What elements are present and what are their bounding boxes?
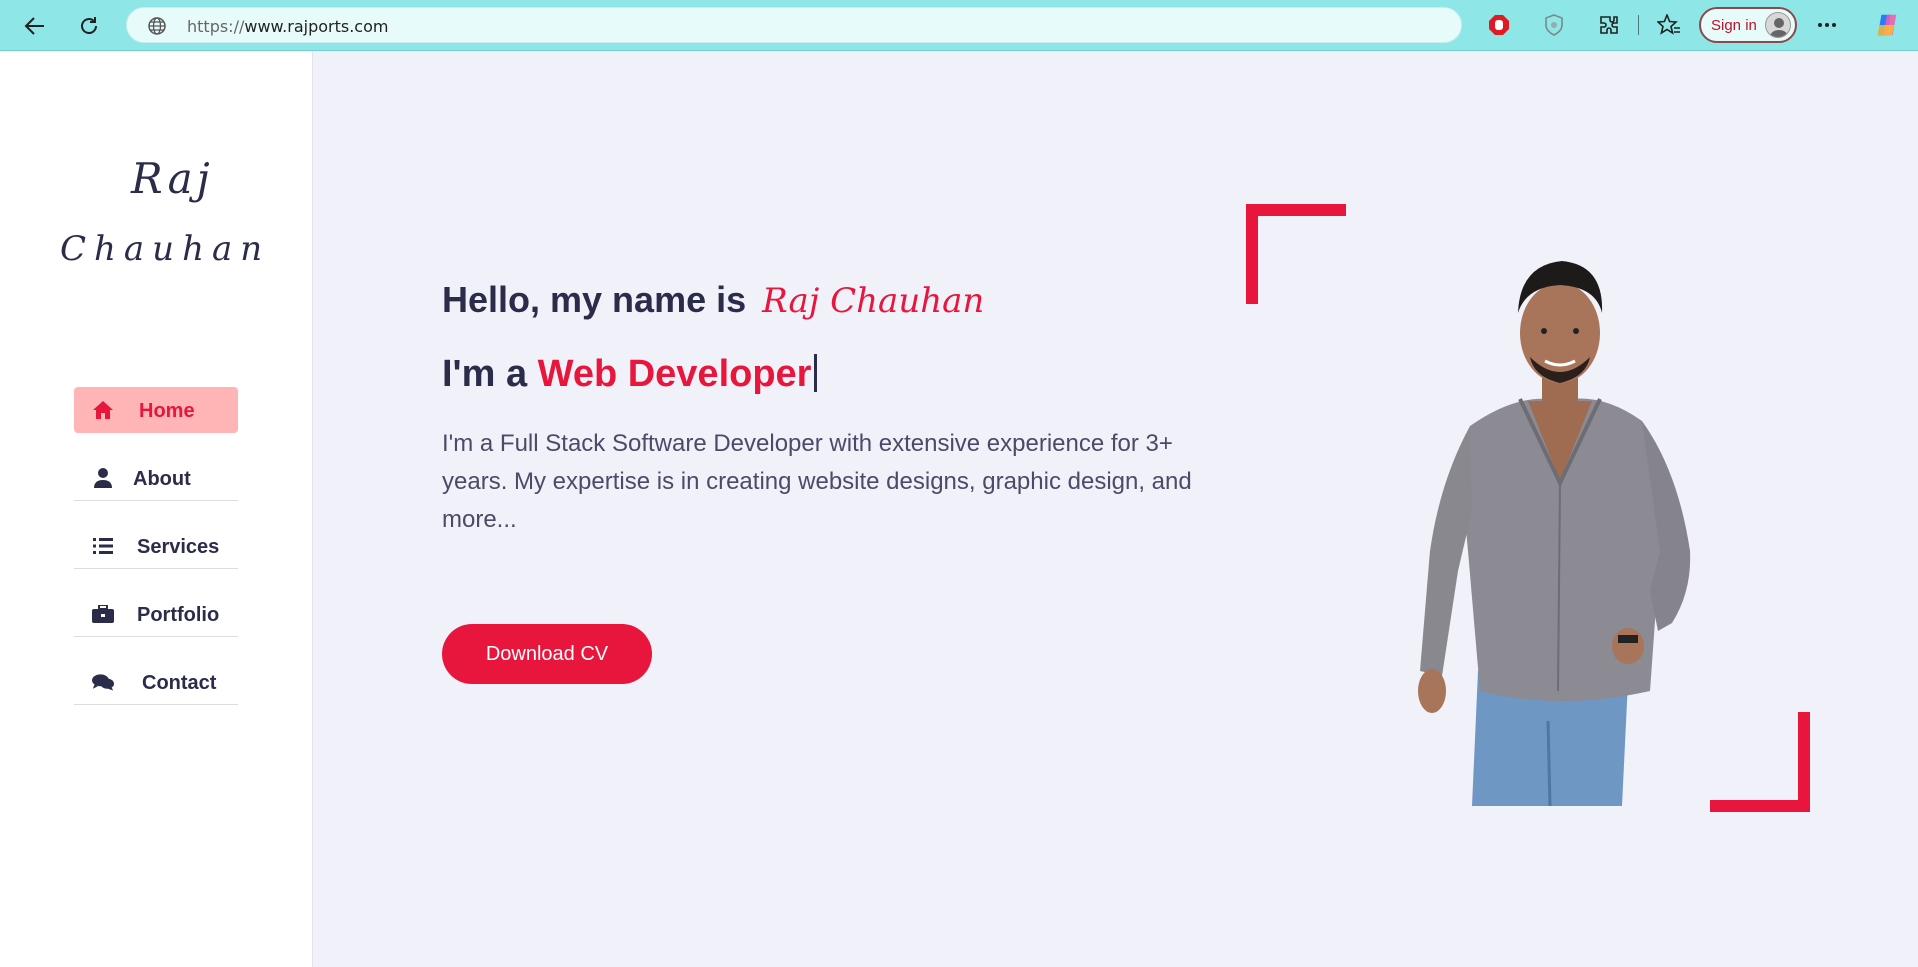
extensions-icon[interactable]: [1596, 12, 1622, 38]
shield-icon[interactable]: [1541, 12, 1567, 38]
sidebar-nav: Home About Services Portfolio Contact: [74, 387, 238, 727]
sidebar-item-contact[interactable]: Contact: [74, 659, 238, 705]
favorites-icon[interactable]: [1656, 12, 1682, 38]
logo-first-name[interactable]: Raj: [131, 154, 214, 203]
user-icon: [92, 468, 114, 488]
profile-photo: [1418, 261, 1691, 806]
address-bar[interactable]: https://www.rajports.com: [126, 7, 1462, 43]
back-arrow-icon[interactable]: [20, 11, 50, 41]
greeting-text: Hello, my name is: [442, 279, 747, 320]
comments-icon: [92, 672, 114, 692]
more-icon[interactable]: [1814, 12, 1840, 38]
briefcase-icon: [92, 604, 114, 624]
refresh-icon[interactable]: [74, 11, 104, 41]
role-prefix: I'm a: [442, 353, 528, 395]
avatar-icon: [1765, 12, 1791, 38]
typing-cursor: [814, 354, 818, 392]
sidebar-item-about[interactable]: About: [74, 455, 238, 501]
toolbar-divider: [1638, 15, 1639, 35]
download-cv-button[interactable]: Download CV: [442, 624, 652, 684]
sidebar-item-label: Services: [137, 536, 220, 558]
list-icon: [92, 536, 114, 556]
copilot-icon[interactable]: [1874, 12, 1900, 38]
hero-name: Raj Chauhan: [762, 281, 985, 321]
sidebar-item-home[interactable]: Home: [74, 387, 238, 433]
sidebar-item-label: About: [133, 468, 191, 490]
hero-section: Hello, my name is Raj Chauhan I'm a Web …: [338, 51, 1918, 967]
sign-in-label: Sign in: [1711, 17, 1757, 34]
sidebar-item-portfolio[interactable]: Portfolio: [74, 591, 238, 637]
sidebar: Raj Chauhan Home About Services Portfoli…: [0, 51, 313, 967]
globe-icon: [147, 16, 167, 41]
role-title: Web Developer: [537, 353, 812, 395]
sidebar-item-services[interactable]: Services: [74, 523, 238, 569]
sign-in-button[interactable]: Sign in: [1699, 7, 1797, 43]
home-icon: [92, 400, 114, 420]
url-text: https://www.rajports.com: [187, 17, 389, 36]
sidebar-item-label: Home: [139, 400, 195, 422]
logo-last-name[interactable]: Chauhan: [60, 229, 270, 269]
browser-toolbar: https://www.rajports.com Sign in: [0, 0, 1918, 51]
greeting-heading: Hello, my name is Raj Chauhan: [442, 279, 984, 321]
adblock-icon[interactable]: [1486, 12, 1512, 38]
decorative-corner-top-left: [1246, 204, 1346, 304]
sidebar-item-label: Portfolio: [137, 604, 220, 626]
sidebar-item-label: Contact: [142, 672, 217, 694]
hero-description: I'm a Full Stack Software Developer with…: [442, 430, 1192, 533]
role-heading: I'm a Web Developer: [442, 353, 818, 396]
